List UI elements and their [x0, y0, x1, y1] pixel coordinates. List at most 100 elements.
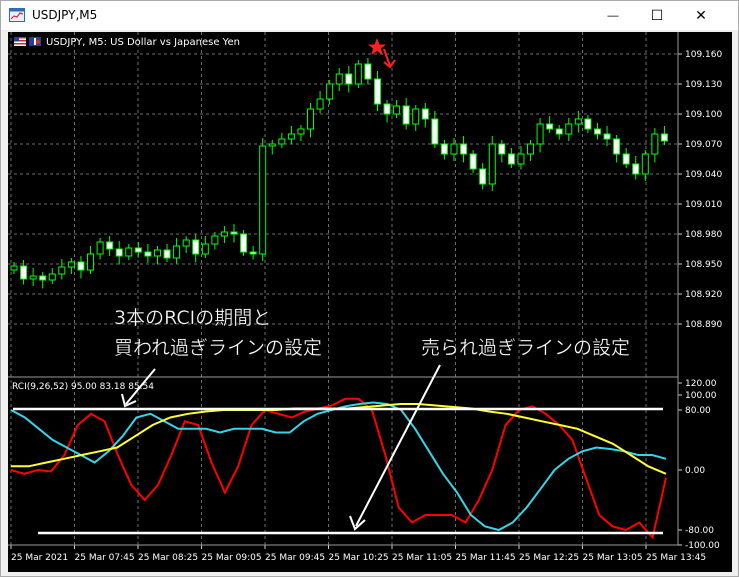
candle-body — [593, 128, 601, 135]
candle-body — [402, 105, 410, 125]
candle-body — [354, 63, 362, 85]
price-tick-label: 109.040 — [685, 170, 722, 180]
candle-body — [211, 235, 219, 245]
candle-body — [192, 239, 200, 255]
candle-body — [182, 239, 190, 247]
candle-body — [144, 251, 152, 257]
time-tick-label: 25 Mar 10:25 — [329, 553, 389, 563]
mt-chart-window: USDJPY,M5 — ☐ ✕ 109.160 109.130 109.100 109… — [0, 0, 739, 577]
down-arrow-icon — [383, 48, 396, 69]
candle-body — [613, 138, 621, 155]
candle-body — [574, 118, 582, 125]
rci-series-line-0 — [10, 397, 667, 540]
price-tick-label: 109.130 — [685, 80, 722, 90]
candle-body — [39, 275, 47, 281]
candle-body — [87, 253, 95, 271]
candle-body — [364, 63, 372, 80]
time-tick-label: 25 Mar 08:25 — [138, 553, 198, 563]
time-tick-label: 25 Mar 09:05 — [202, 553, 262, 563]
candle-body — [67, 261, 75, 268]
star-marker-icon — [368, 38, 386, 55]
candle-body — [287, 133, 295, 140]
price-tick-label: 108.890 — [685, 320, 722, 330]
time-tick-label: 25 Mar 2021 — [11, 553, 68, 563]
candle-body — [440, 143, 448, 155]
candle-body — [335, 73, 343, 85]
candle-body — [651, 133, 659, 155]
candle-body — [546, 123, 554, 130]
candle-body — [316, 98, 324, 110]
rci-series-line-1 — [10, 401, 667, 532]
annotation-left-line1: 3本のRCIの期間と — [114, 307, 271, 329]
maximize-icon: ☐ — [650, 7, 664, 23]
candle-body — [201, 243, 209, 255]
candle-body — [230, 231, 238, 235]
candle-body — [307, 108, 315, 130]
candle-body — [134, 247, 142, 253]
candle-body — [373, 78, 381, 105]
chart-area[interactable]: 109.160 109.130 109.100 109.070 109.040 109.0… — [8, 32, 732, 572]
candle-body — [555, 128, 563, 135]
candle-body — [393, 105, 401, 115]
candle-body — [249, 251, 257, 255]
candle-body — [259, 145, 267, 255]
candle-body — [240, 233, 248, 253]
candle-body — [20, 265, 28, 280]
price-tick-label: 108.920 — [685, 290, 722, 300]
candle-body — [153, 249, 161, 257]
candle-body — [125, 247, 133, 257]
chart-window-icon — [9, 8, 25, 22]
flag-icon — [14, 37, 41, 46]
candle-body — [431, 118, 439, 145]
chart-canvas[interactable]: 109.160 109.130 109.100 109.070 109.040 109.0… — [8, 32, 732, 572]
time-tick-label: 25 Mar 12:25 — [519, 553, 579, 563]
rci-tick-label: 80.00 — [685, 406, 711, 416]
window-title: USDJPY,M5 — [32, 8, 98, 22]
candle-body — [10, 265, 18, 271]
symbol-label: USDJPY, M5: US Dollar vs Japanese Yen — [46, 37, 240, 48]
price-tick-label: 108.980 — [685, 230, 722, 240]
close-icon: ✕ — [695, 7, 707, 23]
candle-body — [278, 138, 286, 145]
time-tick-label: 25 Mar 11:05 — [392, 553, 452, 563]
candle-body — [77, 261, 85, 271]
candle-body — [527, 143, 535, 155]
time-tick-label: 25 Mar 13:45 — [646, 553, 706, 563]
candle-body — [660, 133, 668, 142]
candle-body — [641, 153, 649, 175]
price-tick-label: 109.100 — [685, 110, 722, 120]
candle-body — [58, 266, 66, 275]
candle-body — [326, 83, 334, 100]
candle-body — [412, 108, 420, 125]
candle-body — [479, 168, 487, 185]
minimize-button[interactable]: — — [591, 1, 635, 30]
price-tick-label: 109.160 — [685, 50, 722, 60]
title-bar: USDJPY,M5 — ☐ ✕ — [1, 1, 738, 30]
minimize-icon: — — [607, 9, 619, 22]
indicator-label: RCI(9,26,52) 95.00 83.18 85.54 — [12, 382, 154, 392]
chart-grid — [8, 32, 678, 545]
candle-body — [603, 133, 611, 140]
rci-lines — [10, 397, 667, 540]
rci-tick-label: 100.00 — [685, 391, 717, 401]
candle-body — [584, 118, 592, 130]
annotation-right: 売られ過ぎラインの設定 — [421, 337, 630, 359]
candle-body — [173, 245, 181, 259]
price-tick-label: 108.950 — [685, 260, 722, 270]
candle-body — [220, 231, 228, 237]
candle-body — [297, 128, 305, 135]
candle-body — [632, 163, 640, 175]
candle-body — [450, 143, 458, 155]
rci-tick-label: 0.00 — [685, 466, 705, 476]
candle-body — [469, 153, 477, 170]
candle-body — [383, 103, 391, 115]
candle-body — [517, 153, 525, 165]
maximize-button[interactable]: ☐ — [635, 1, 679, 30]
close-button[interactable]: ✕ — [679, 1, 723, 30]
candle-body — [115, 248, 123, 257]
candle-body — [460, 143, 468, 155]
rci-tick-label: 120.00 — [685, 379, 717, 389]
price-candles — [10, 58, 668, 289]
rci-series-line-2 — [11, 403, 667, 475]
candle-body — [536, 123, 544, 145]
